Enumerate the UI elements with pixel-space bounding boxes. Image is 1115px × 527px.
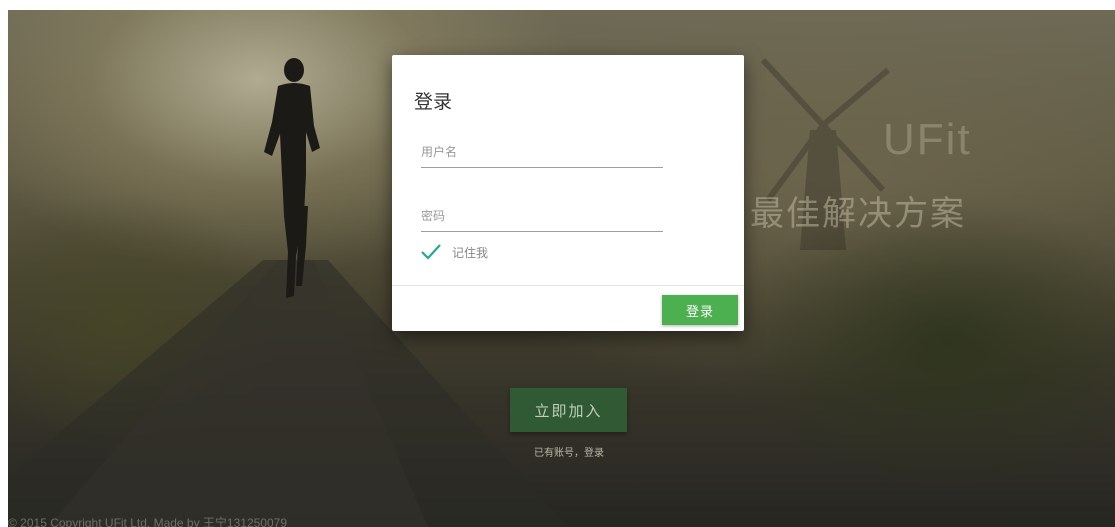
hero-tagline: 最佳解决方案 <box>750 194 966 234</box>
hero-background: UFit 最佳解决方案 立即加入 已有账号，登录 © 2015 Copyrigh… <box>8 10 1115 527</box>
join-now-button[interactable]: 立即加入 <box>510 388 627 432</box>
login-dialog: 登录 记住我 登录 <box>392 55 744 331</box>
username-field <box>421 141 663 168</box>
check-icon <box>420 243 442 261</box>
existing-account-login-link[interactable]: 已有账号，登录 <box>523 444 615 459</box>
remember-me-label: 记住我 <box>452 245 489 260</box>
brand-logo-text: UFit <box>883 115 972 164</box>
remember-me-checkbox[interactable]: 记住我 <box>420 243 488 261</box>
dialog-title: 登录 <box>414 91 453 113</box>
username-input[interactable] <box>421 145 663 167</box>
runner-silhouette <box>264 58 320 298</box>
login-submit-button[interactable]: 登录 <box>662 295 738 325</box>
copyright-text: © 2015 Copyright UFit Ltd. Made by 王宁131… <box>8 516 288 527</box>
password-input[interactable] <box>421 209 663 231</box>
dialog-divider <box>392 285 744 286</box>
password-field <box>421 205 663 232</box>
